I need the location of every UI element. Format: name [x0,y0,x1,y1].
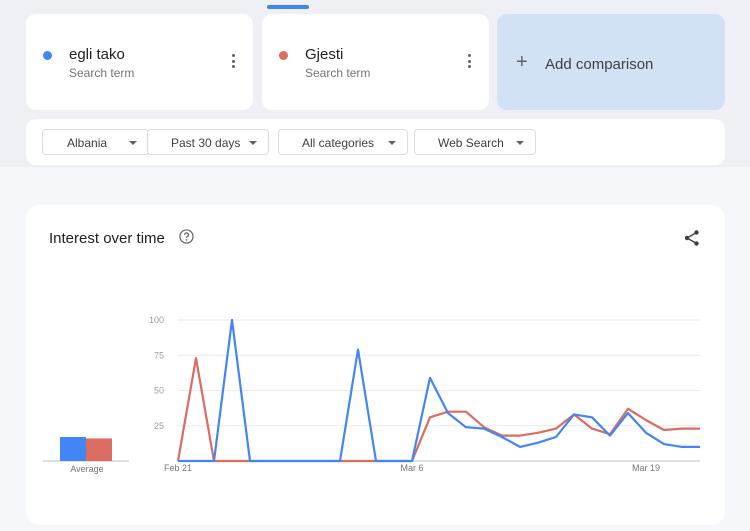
active-tab-indicator [267,5,309,9]
more-options-icon[interactable] [468,54,472,71]
line-chart: 25 50 75 100 Feb 21 Mar 6 Mar 19 [43,315,700,473]
chevron-down-icon [516,141,524,145]
y-tick-label: 75 [154,350,164,360]
search-property-value: Web Search [438,136,504,150]
add-comparison-button[interactable]: + Add comparison [497,14,725,110]
category-dropdown[interactable]: All categories [278,129,408,155]
term-subtitle: Search term [69,66,135,80]
term-color-dot [43,51,52,60]
region-dropdown[interactable]: Albania [42,129,149,155]
term-name[interactable]: Gjesti [305,46,343,63]
search-term-card-gjesti[interactable]: Gjesti Search term [262,14,489,110]
region-value: Albania [67,136,108,150]
y-tick-label: 100 [149,315,164,325]
more-options-icon[interactable] [232,54,236,71]
chevron-down-icon [129,141,137,145]
term-name[interactable]: egli tako [69,46,125,63]
search-term-card-egli-tako[interactable]: egli tako Search term [26,14,253,110]
y-tick-label: 50 [154,386,164,396]
y-tick-label: 25 [154,421,164,431]
chevron-down-icon [249,141,257,145]
term-subtitle: Search term [305,66,371,80]
average-bar [60,437,86,461]
average-label: Average [70,464,104,474]
x-tick-label: Feb 21 [164,463,192,473]
time-range-dropdown[interactable]: Past 30 days [147,129,269,155]
time-range-value: Past 30 days [171,136,241,150]
add-comparison-label: Add comparison [545,56,654,73]
x-tick-label: Mar 19 [632,463,660,473]
term-color-dot [279,51,288,60]
search-property-dropdown[interactable]: Web Search [414,129,536,155]
x-tick-label: Mar 6 [400,463,423,473]
series-line [176,357,700,463]
plus-icon: + [516,51,528,73]
filter-bar: Albania Past 30 days All categories Web … [26,119,725,165]
average-bar [86,438,112,461]
interest-over-time-card: Interest over time 25 50 75 100 Feb 21 Mar 6M… [26,205,725,525]
category-value: All categories [302,136,375,150]
chevron-down-icon [388,141,396,145]
